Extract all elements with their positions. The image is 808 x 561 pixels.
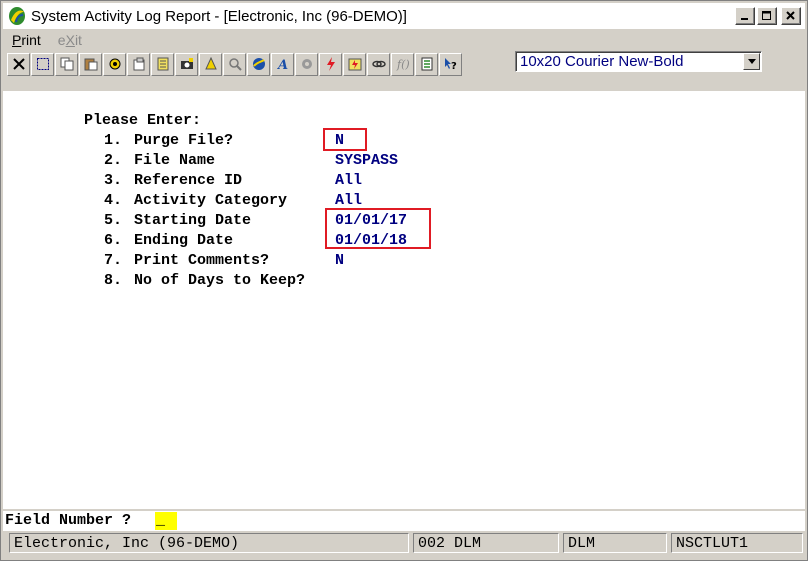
field-5-num: 5. bbox=[104, 212, 123, 229]
camera-tool-button[interactable] bbox=[175, 52, 198, 76]
field-2-label: File Name bbox=[134, 152, 216, 169]
lightning-icon bbox=[326, 57, 335, 71]
font-select-value: 10x20 Courier New-Bold bbox=[520, 53, 684, 70]
settings-icon bbox=[109, 58, 120, 70]
field-6-label: Ending Date bbox=[134, 232, 234, 249]
close-icon bbox=[12, 58, 25, 70]
app-icon bbox=[9, 7, 25, 25]
field-6-num: 6. bbox=[104, 232, 123, 249]
field-number-input[interactable]: _ bbox=[155, 512, 177, 530]
svg-text:?: ? bbox=[451, 61, 457, 71]
field-4-num: 4. bbox=[104, 192, 123, 209]
tools-tool-button[interactable] bbox=[295, 52, 318, 76]
maximize-button[interactable] bbox=[757, 7, 777, 25]
highlight-box-dates bbox=[325, 208, 431, 249]
bell-tool-button[interactable] bbox=[199, 52, 222, 76]
field-5-label: Starting Date bbox=[134, 212, 252, 229]
field-1-label: Purge File? bbox=[134, 132, 234, 149]
highlight-box-purge-file bbox=[323, 128, 367, 151]
app-window: System Activity Log Report - [Electronic… bbox=[0, 0, 808, 561]
font-icon: A bbox=[276, 58, 288, 71]
window-title: System Activity Log Report - [Electronic… bbox=[31, 7, 407, 25]
field-2-value[interactable]: SYSPASS bbox=[335, 152, 398, 169]
field-4-value[interactable]: All bbox=[335, 192, 362, 209]
notepad-tool-button[interactable] bbox=[151, 52, 174, 76]
minimize-button[interactable] bbox=[735, 7, 755, 25]
font-tool-button[interactable]: A bbox=[271, 52, 294, 76]
form-heading: Please Enter: bbox=[84, 112, 202, 129]
camera-icon bbox=[180, 58, 193, 69]
toolbar: A f() ? bbox=[7, 51, 463, 77]
status-bar: Electronic, Inc (96-DEMO) 002 DLM DLM NS… bbox=[3, 533, 805, 557]
field-3-num: 3. bbox=[104, 172, 123, 189]
field-1-num: 1. bbox=[104, 132, 123, 149]
settings-tool-button[interactable] bbox=[103, 52, 126, 76]
lightning-tool-button[interactable] bbox=[319, 52, 342, 76]
status-company: Electronic, Inc (96-DEMO) bbox=[9, 533, 409, 553]
paste-icon bbox=[84, 58, 97, 71]
help-tool-button[interactable]: ? bbox=[439, 52, 462, 76]
svg-text:f(): f() bbox=[396, 58, 410, 71]
command-prompt-row: Field Number ? _ bbox=[3, 511, 805, 531]
properties-icon bbox=[133, 57, 144, 71]
svg-text:A: A bbox=[276, 58, 288, 71]
title-bar: System Activity Log Report - [Electronic… bbox=[3, 3, 805, 29]
function-tool-button[interactable]: f() bbox=[391, 52, 414, 76]
copy-tool-button[interactable] bbox=[55, 52, 78, 76]
select-icon bbox=[36, 58, 49, 70]
font-select-dropdown-button[interactable] bbox=[743, 53, 760, 70]
terminal-screen: Please Enter: 1. Purge File? N 2. File N… bbox=[3, 91, 805, 509]
properties-tool-button[interactable] bbox=[127, 52, 150, 76]
field-3-value[interactable]: All bbox=[335, 172, 362, 189]
field-8-num: 8. bbox=[104, 272, 123, 289]
window-controls bbox=[735, 7, 801, 25]
status-user: DLM bbox=[563, 533, 667, 553]
globe-icon bbox=[252, 58, 265, 70]
status-code: 002 DLM bbox=[413, 533, 559, 553]
select-tool-button[interactable] bbox=[31, 52, 54, 76]
field-7-num: 7. bbox=[104, 252, 123, 269]
close-tool-button[interactable] bbox=[7, 52, 30, 76]
list-icon bbox=[421, 57, 432, 71]
bell-icon bbox=[204, 57, 217, 70]
link-tool-button[interactable] bbox=[367, 52, 390, 76]
quick-tool-button[interactable] bbox=[343, 52, 366, 76]
status-program: NSCTLUT1 bbox=[671, 533, 803, 553]
function-icon: f() bbox=[396, 58, 410, 71]
copy-icon bbox=[60, 57, 73, 71]
help-icon: ? bbox=[444, 58, 457, 71]
font-select[interactable]: 10x20 Courier New-Bold bbox=[515, 51, 762, 72]
prompt-label: Field Number ? bbox=[5, 512, 132, 529]
list-tool-button[interactable] bbox=[415, 52, 438, 76]
search-tool-button[interactable] bbox=[223, 52, 246, 76]
close-icon bbox=[786, 11, 795, 20]
field-8-label: No of Days to Keep? bbox=[134, 272, 306, 289]
tools-icon bbox=[301, 59, 312, 69]
close-button[interactable] bbox=[781, 7, 801, 25]
field-7-label: Print Comments? bbox=[134, 252, 270, 269]
field-2-num: 2. bbox=[104, 152, 123, 169]
menu-exit[interactable]: eXit bbox=[49, 30, 90, 50]
cursor: _ bbox=[156, 512, 166, 529]
field-7-value[interactable]: N bbox=[335, 252, 344, 269]
field-3-label: Reference ID bbox=[134, 172, 243, 189]
menu-print[interactable]: Print bbox=[3, 30, 49, 50]
quick-icon bbox=[348, 58, 361, 71]
menu-bar: Print eXit bbox=[3, 30, 90, 50]
globe-tool-button[interactable] bbox=[247, 52, 270, 76]
maximize-icon bbox=[762, 11, 771, 20]
chevron-down-icon bbox=[747, 59, 756, 64]
link-icon bbox=[371, 60, 386, 68]
paste-tool-button[interactable] bbox=[79, 52, 102, 76]
notepad-icon bbox=[157, 57, 168, 71]
search-icon bbox=[228, 58, 242, 71]
field-4-label: Activity Category bbox=[134, 192, 288, 209]
minimize-icon bbox=[741, 18, 748, 20]
